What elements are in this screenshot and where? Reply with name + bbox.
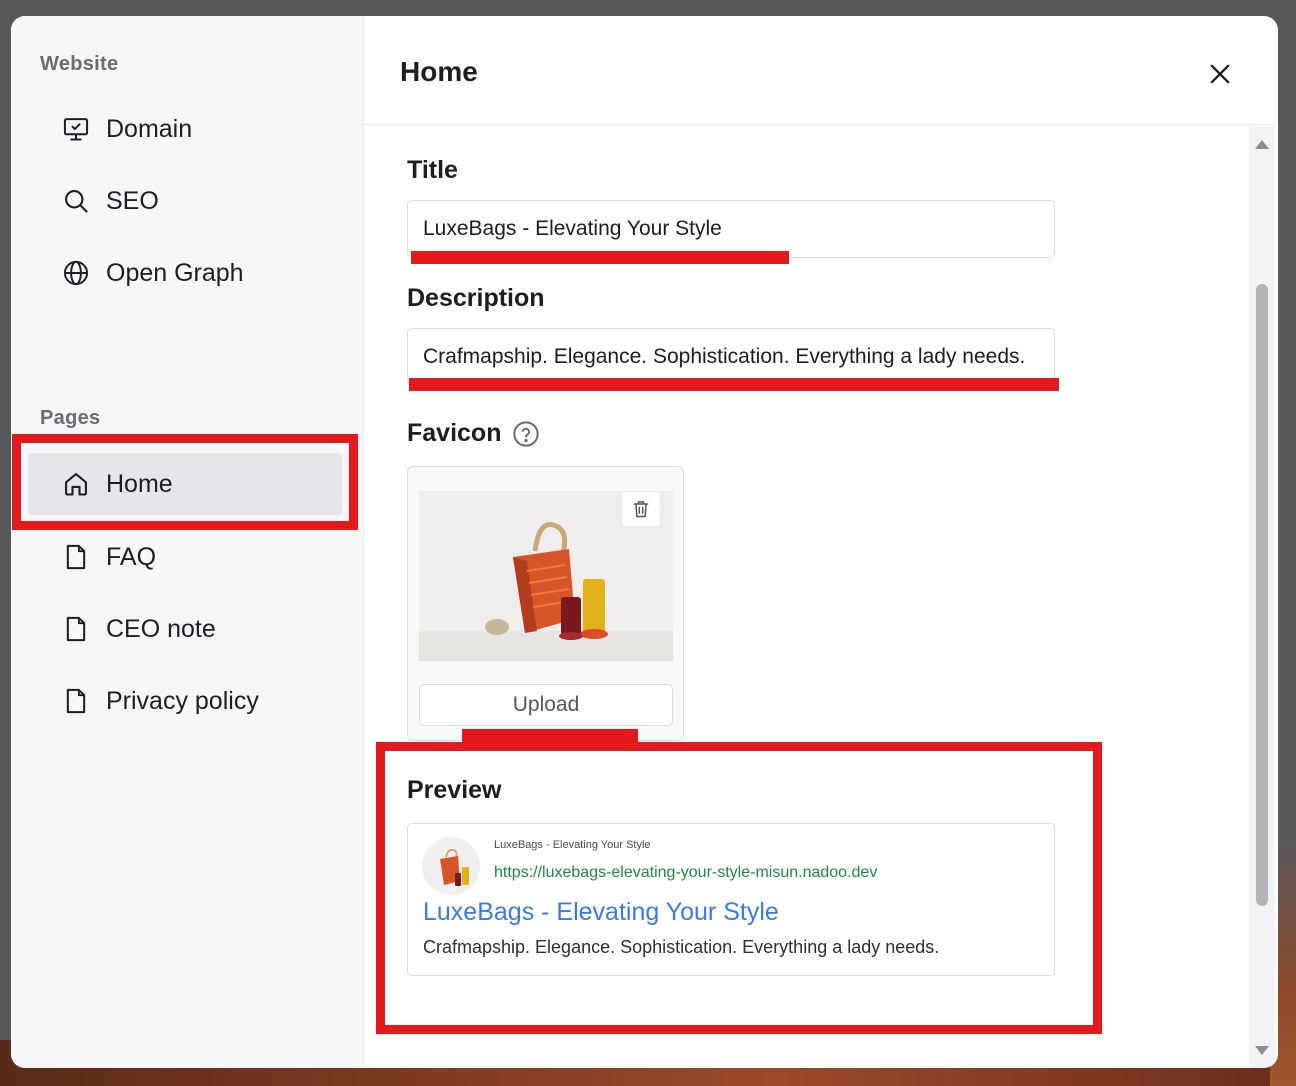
main-panel: Home Title Description Favicon [364,16,1278,1068]
sidebar-item-label: Privacy policy [106,686,259,715]
sidebar-item-privacy-policy[interactable]: Privacy policy [28,670,342,732]
help-circle-icon[interactable] [512,420,540,448]
scroll-down-arrow-icon[interactable] [1255,1046,1269,1056]
form-content: Title Description Favicon [364,126,1248,1068]
scrollbar[interactable] [1249,126,1275,1068]
sidebar-item-label: SEO [106,186,159,215]
title-label: Title [407,156,458,184]
annotation-underline-description [409,378,1059,391]
title-input[interactable] [407,200,1055,258]
favicon-label: Favicon [407,419,502,447]
sidebar-item-open-graph[interactable]: Open Graph [28,242,342,304]
sidebar-item-label: Domain [106,114,193,143]
file-icon [62,687,90,715]
sidebar: Website Domain SEO Open Graph Pages Home [11,16,364,1068]
delete-favicon-button[interactable] [621,491,661,527]
sidebar-item-label: Open Graph [106,258,244,287]
settings-modal: Website Domain SEO Open Graph Pages Home [11,16,1278,1068]
description-label: Description [407,284,545,312]
sidebar-item-faq[interactable]: FAQ [28,526,342,588]
annotation-underline-upload [462,729,638,744]
sidebar-section-website: Website [40,53,119,75]
preview-label: Preview [407,776,502,804]
preview-description: Crafmapship. Elegance. Sophistication. E… [423,937,940,957]
favicon-card: Upload [407,466,684,741]
sidebar-item-domain[interactable]: Domain [28,98,342,160]
close-icon [1210,64,1230,84]
sidebar-item-label: Home [106,469,173,498]
trash-icon [633,501,649,518]
globe-icon [62,259,90,287]
upload-button[interactable]: Upload [419,684,673,726]
scroll-thumb[interactable] [1256,284,1268,906]
sidebar-item-seo[interactable]: SEO [28,170,342,232]
preview-url[interactable]: https://luxebags-elevating-your-style-mi… [494,864,877,882]
preview-title[interactable]: LuxeBags - Elevating Your Style [423,898,779,927]
close-button[interactable] [1206,60,1234,88]
sidebar-section-pages: Pages [40,407,101,429]
home-icon [62,470,90,498]
preview-favicon [422,837,480,895]
annotation-underline-title [411,251,789,264]
sidebar-item-label: FAQ [106,542,157,571]
file-icon [62,615,90,643]
search-preview-card: LuxeBags - Elevating Your Style https://… [407,823,1055,976]
file-icon [62,543,90,571]
page-title: Home [400,56,478,87]
preview-site-name: LuxeBags - Elevating Your Style [494,839,651,851]
scroll-up-arrow-icon[interactable] [1255,139,1269,149]
modal-header: Home [364,16,1278,125]
monitor-check-icon [62,115,90,143]
sidebar-item-label: CEO note [106,614,216,643]
search-icon [62,187,90,215]
sidebar-item-ceo-note[interactable]: CEO note [28,598,342,660]
sidebar-item-home[interactable]: Home [28,453,342,515]
